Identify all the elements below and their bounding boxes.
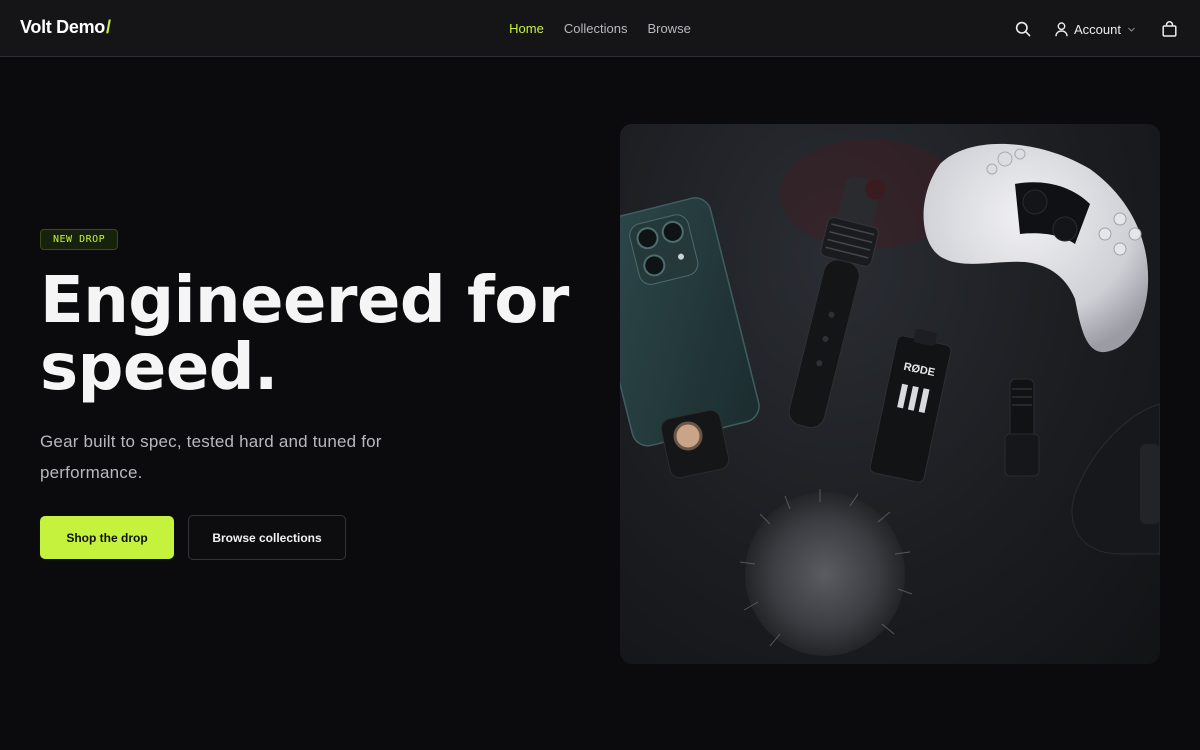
cart-button[interactable] — [1160, 19, 1178, 39]
account-label: Account — [1074, 21, 1121, 37]
chevron-down-icon — [1128, 27, 1135, 32]
game-controller — [923, 143, 1149, 353]
shop-the-drop-button[interactable]: Shop the drop — [40, 516, 174, 559]
nav-home[interactable]: Home — [509, 21, 544, 36]
wireless-transmitter: RØDE — [869, 328, 952, 483]
logo-slash: / — [105, 17, 111, 37]
nav-browse[interactable]: Browse — [647, 21, 690, 36]
search-button[interactable] — [1013, 19, 1033, 39]
nav-collections[interactable]: Collections — [564, 21, 628, 36]
header-actions: Account — [1013, 18, 1178, 40]
lavalier-microphone — [1004, 378, 1040, 477]
furry-windscreen — [739, 489, 913, 656]
logo-text: Volt Demo — [20, 17, 105, 37]
user-icon — [1055, 21, 1068, 36]
search-icon — [1015, 21, 1031, 37]
shopping-bag-icon — [1161, 21, 1177, 37]
account-menu[interactable]: Account — [1055, 22, 1136, 37]
hero-product-image: RØDE — [620, 124, 1160, 664]
mini-light — [660, 409, 730, 479]
hero-headline: Engineered for speed. — [40, 264, 569, 405]
smartphone — [620, 197, 760, 447]
logo[interactable]: Volt Demo/ — [20, 17, 111, 38]
browse-collections-button[interactable]: Browse collections — [188, 515, 346, 560]
new-drop-badge: NEW DROP — [40, 229, 119, 250]
site-header: Volt Demo/ Home Collections Browse Accou… — [0, 0, 1200, 57]
headphones — [1071, 403, 1160, 555]
hero-subtitle: Gear built to spec, tested hard and tune… — [40, 432, 382, 482]
